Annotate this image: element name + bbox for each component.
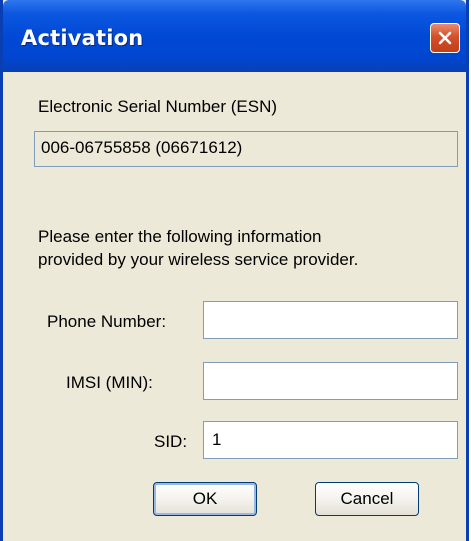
esn-label: Electronic Serial Number (ESN) [38,97,278,116]
activation-dialog: Activation Electronic Serial Number (ESN… [0,0,469,541]
title-bar[interactable]: Activation [3,0,466,72]
esn-value: 006-06755858 (06671612) [41,138,243,157]
cancel-button[interactable]: Cancel [315,482,419,516]
phone-number-label: Phone Number: [47,312,167,331]
close-icon [438,31,452,45]
dialog-body: Electronic Serial Number (ESN) 006-06755… [3,72,466,541]
instructions-line-2: provided by your wireless service provid… [38,250,359,269]
imsi-label: IMSI (MIN): [66,373,153,392]
esn-readonly-field: 006-06755858 (06671612) [34,131,458,167]
imsi-input[interactable] [203,362,458,400]
ok-button[interactable]: OK [153,482,257,516]
instructions-line-1: Please enter the following information [38,227,322,246]
sid-input[interactable] [203,421,458,459]
close-button[interactable] [430,23,460,53]
phone-number-input[interactable] [203,301,458,339]
window-title: Activation [21,26,144,50]
sid-label: SID: [154,432,188,451]
